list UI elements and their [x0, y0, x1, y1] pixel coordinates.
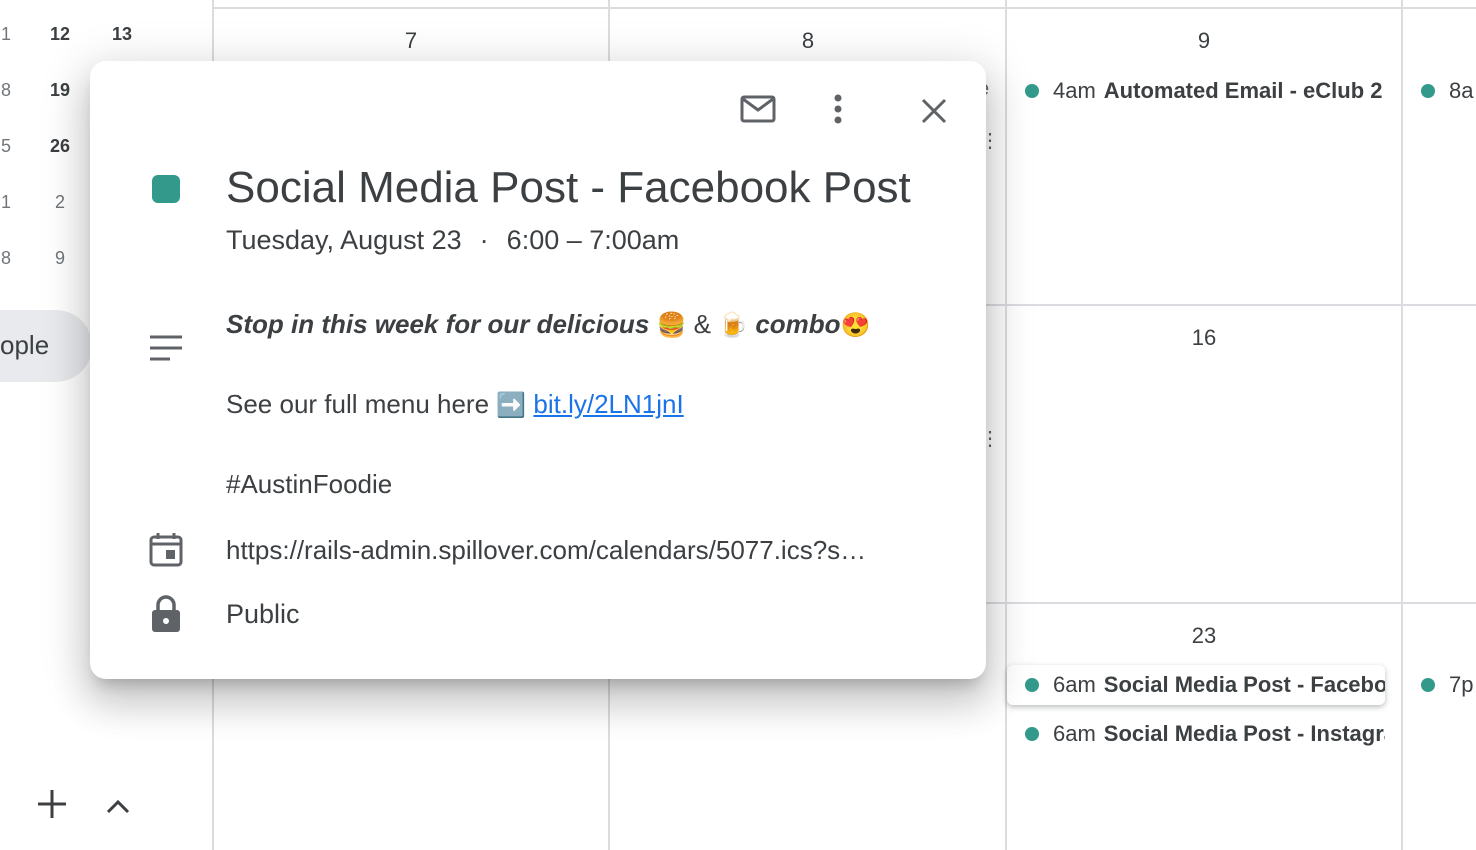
calendar-source: https://rails-admin.spillover.com/calend… — [226, 535, 867, 565]
more-vertical-icon — [834, 94, 842, 124]
description-line: Stop in this week for our delicious 🍔 & … — [226, 309, 870, 340]
ampersand: & — [693, 309, 711, 339]
event-time: 7p — [1449, 672, 1474, 697]
description-text: Stop in this week for our delicious — [226, 309, 650, 339]
mini-day[interactable]: 19 — [40, 80, 80, 101]
mini-day[interactable]: 1 — [0, 192, 26, 213]
event-time-range: 6:00 – 7:00am — [506, 225, 680, 255]
more-options-button[interactable] — [814, 85, 862, 133]
burger-emoji: 🍔 — [656, 312, 687, 339]
event-chip-selected[interactable]: 6am Social Media Post - Facebook Post — [1007, 665, 1385, 705]
mail-icon — [740, 95, 776, 123]
event-time: 6am — [1053, 672, 1096, 697]
mini-day[interactable]: 8 — [0, 80, 26, 101]
event-color-chip — [152, 175, 180, 203]
close-icon — [921, 98, 947, 124]
calendar-app: 1 12 13 8 19 5 26 1 2 8 9 ople 7 8 9 16 … — [0, 0, 1476, 850]
mini-day[interactable]: 5 — [0, 136, 26, 157]
close-button[interactable] — [910, 87, 958, 135]
day-number[interactable]: 7 — [371, 28, 451, 54]
day-number[interactable]: 9 — [1164, 28, 1244, 54]
mini-day[interactable]: 13 — [102, 24, 142, 45]
event-color-dot — [1025, 84, 1039, 98]
event-title: Social Media Post - Facebook Post — [226, 163, 911, 212]
calendar-icon — [149, 533, 183, 567]
event-color-dot — [1421, 678, 1435, 692]
mini-day[interactable]: 26 — [40, 136, 80, 157]
date-time-separator: · — [479, 225, 489, 255]
event-details-popover: Social Media Post - Facebook Post Tuesda… — [90, 61, 986, 679]
event-time: 4am — [1053, 78, 1096, 103]
description-icon — [150, 335, 182, 361]
sidebar-search-people-label: ople — [0, 330, 50, 360]
menu-link[interactable]: bit.ly/2LN1jnI — [533, 389, 683, 419]
description-line: See our full menu here ➡️ bit.ly/2LN1jnI — [226, 389, 684, 420]
event-color-dot — [1421, 84, 1435, 98]
arrow-right-emoji: ➡️ — [496, 392, 527, 419]
event-date: Tuesday, August 23 — [226, 225, 462, 255]
mini-day[interactable]: 1 — [0, 24, 26, 45]
lock-icon — [152, 595, 180, 632]
day-number[interactable]: 16 — [1164, 325, 1244, 351]
mini-day[interactable]: 9 — [40, 248, 80, 269]
grid-line — [212, 7, 1476, 9]
event-date-time: Tuesday, August 23 · 6:00 – 7:00am — [226, 225, 679, 256]
event-visibility: Public — [226, 599, 300, 629]
event-title: Social Media Post - Facebook Post — [1103, 672, 1385, 697]
mini-day[interactable]: 12 — [40, 24, 80, 45]
event-chip[interactable]: 7p — [1403, 665, 1476, 705]
description-hashtag: #AustinFoodie — [226, 469, 393, 499]
event-time: 6am — [1053, 721, 1096, 746]
day-number[interactable]: 23 — [1164, 623, 1244, 649]
grid-line — [986, 602, 1476, 604]
event-chip[interactable]: 6am Social Media Post - Instagram Post — [1007, 714, 1385, 754]
event-title: Social Media Post - Instagram Post — [1103, 721, 1385, 746]
event-color-dot — [1025, 678, 1039, 692]
mini-day[interactable]: 2 — [40, 192, 80, 213]
event-title: Automated Email - eClub 2 — [1103, 78, 1383, 103]
event-time: 8a — [1449, 78, 1474, 103]
description-text: See our full menu here — [226, 389, 490, 419]
chevron-up-icon[interactable] — [100, 788, 136, 824]
description-text: combo — [755, 309, 841, 339]
beer-emoji: 🍺 — [718, 312, 749, 339]
day-number[interactable]: 8 — [768, 28, 848, 54]
event-color-dot — [1025, 727, 1039, 741]
grid-line — [1401, 0, 1403, 850]
grid-line — [986, 304, 1476, 306]
heart-eyes-emoji: 😍 — [840, 312, 871, 339]
mini-day[interactable]: 8 — [0, 248, 26, 269]
add-icon[interactable] — [34, 786, 70, 822]
event-chip[interactable]: 4am Automated Email - eClub 2 — [1007, 71, 1385, 111]
email-guests-button[interactable] — [734, 85, 782, 133]
event-chip[interactable]: 8a — [1403, 71, 1476, 111]
